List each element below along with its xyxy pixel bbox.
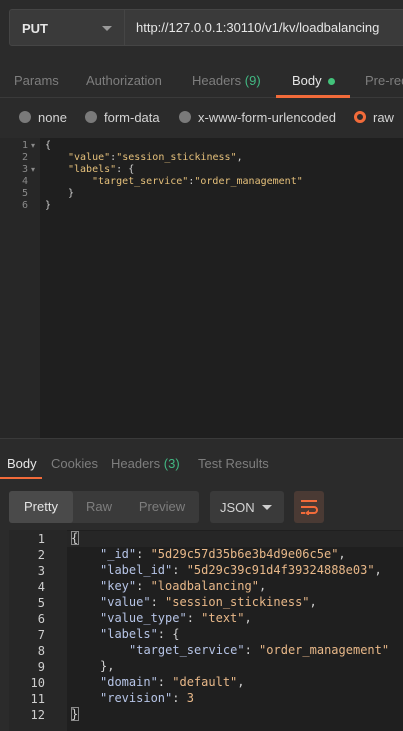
- tab-params[interactable]: Params: [14, 73, 59, 88]
- body-type-options: none form-data x-www-form-urlencoded raw: [0, 98, 403, 138]
- line-number: 5: [21, 188, 28, 199]
- code-line: "labels": {: [68, 164, 135, 175]
- modified-dot-icon: [327, 78, 335, 86]
- radio-raw[interactable]: raw: [354, 110, 394, 125]
- response-body-viewer[interactable]: 1 2 3 4 5 6 7 8 9 10 11 12 { "_id": "5d2…: [9, 530, 403, 731]
- tab-pre-request[interactable]: Pre-req: [365, 73, 403, 88]
- tab-response-headers-label: Headers: [111, 456, 161, 471]
- json-line: },: [100, 659, 115, 673]
- code-line: "value":"session_stickiness",: [68, 152, 243, 163]
- json-line: "revision": 3: [100, 691, 194, 705]
- json-line: "label_id": "5d29c39c91d4f39324888e03",: [100, 563, 382, 577]
- line-number: 3: [37, 564, 45, 578]
- tab-body[interactable]: Body: [292, 73, 335, 88]
- method-label: PUT: [22, 21, 48, 36]
- url-bar: PUT http://127.0.0.1:30110/v1/kv/loadbal…: [0, 0, 403, 54]
- tab-headers-count: (9): [244, 73, 261, 88]
- view-mode-segmented: Pretty Raw Preview: [9, 491, 199, 523]
- format-label: JSON: [220, 500, 255, 515]
- tab-test-results[interactable]: Test Results: [198, 456, 269, 471]
- radio-icon: [179, 111, 191, 123]
- json-line: "domain": "default",: [100, 675, 245, 689]
- json-line: {: [71, 531, 79, 545]
- line-number: 6: [37, 612, 45, 626]
- line-number: 4: [37, 580, 45, 594]
- response-tabs: Body Cookies Headers (3) Test Results: [0, 438, 403, 479]
- radio-form-data[interactable]: form-data: [85, 110, 160, 125]
- line-number: 1: [21, 140, 28, 151]
- tab-response-headers-count: (3): [163, 456, 180, 471]
- tab-response-headers[interactable]: Headers (3): [111, 456, 180, 471]
- radio-none-label: none: [38, 110, 67, 125]
- line-number: 2: [37, 548, 45, 562]
- line-number: 4: [21, 176, 28, 187]
- tab-cookies[interactable]: Cookies: [51, 456, 98, 471]
- line-number: 7: [37, 628, 45, 642]
- line-number: 5: [37, 596, 45, 610]
- line-number: 3: [21, 164, 28, 175]
- code-line: }: [68, 188, 75, 199]
- fold-arrow-icon[interactable]: ▾: [31, 141, 35, 150]
- radio-icon: [85, 111, 97, 123]
- line-number: 9: [37, 660, 45, 674]
- request-tabs: Params Authorization Headers (9) Body Pr…: [0, 62, 403, 98]
- url-input[interactable]: http://127.0.0.1:30110/v1/kv/loadbalanci…: [125, 9, 403, 46]
- response-view-controls: Pretty Raw Preview JSON: [0, 478, 403, 530]
- response-gutter: 1 2 3 4 5 6 7 8 9 10 11 12: [9, 530, 67, 731]
- format-select[interactable]: JSON: [210, 491, 284, 523]
- code-line: "target_service":"order_management": [92, 176, 303, 187]
- chevron-down-icon: [102, 26, 112, 31]
- radio-icon: [19, 111, 31, 123]
- active-line-highlight: [67, 531, 403, 547]
- line-number: 2: [21, 152, 28, 163]
- json-line: "key": "loadbalancing",: [100, 579, 267, 593]
- tab-response-body[interactable]: Body: [7, 456, 37, 471]
- line-number: 11: [30, 692, 45, 706]
- radio-urlencoded[interactable]: x-www-form-urlencoded: [179, 110, 336, 125]
- line-number: 8: [37, 644, 45, 658]
- wrap-lines-button[interactable]: [294, 491, 324, 523]
- line-number: 12: [30, 708, 45, 722]
- json-line: "value_type": "text",: [100, 611, 252, 625]
- request-body-editor[interactable]: 1 2 3 4 5 6 ▾ ▾ { "value":"session_stick…: [0, 138, 403, 438]
- line-number: 10: [30, 676, 45, 690]
- json-line: }: [71, 707, 79, 721]
- url-text: http://127.0.0.1:30110/v1/kv/loadbalanci…: [136, 20, 380, 35]
- code-line: }: [45, 200, 52, 211]
- json-line: "_id": "5d29c57d35b6e3b4d9e06c5e",: [100, 547, 346, 561]
- chevron-down-icon: [262, 505, 272, 510]
- fold-arrow-icon[interactable]: ▾: [31, 165, 35, 174]
- json-line: "target_service": "order_management": [129, 643, 390, 657]
- radio-raw-label: raw: [373, 110, 394, 125]
- view-raw-button[interactable]: Raw: [73, 491, 125, 523]
- view-pretty-button[interactable]: Pretty: [9, 491, 73, 523]
- line-number: 1: [37, 532, 45, 546]
- wrap-lines-icon: [301, 500, 318, 515]
- radio-selected-icon: [354, 111, 366, 123]
- code-line: {: [45, 140, 52, 151]
- radio-urlencoded-label: x-www-form-urlencoded: [198, 110, 336, 125]
- tab-authorization[interactable]: Authorization: [86, 73, 162, 88]
- json-line: "labels": {: [100, 627, 180, 641]
- radio-none[interactable]: none: [19, 110, 67, 125]
- radio-form-data-label: form-data: [104, 110, 160, 125]
- view-preview-button[interactable]: Preview: [125, 491, 199, 523]
- tab-headers-label: Headers: [192, 73, 242, 88]
- line-number: 6: [21, 200, 28, 211]
- json-line: "value": "session_stickiness",: [100, 595, 317, 609]
- method-select[interactable]: PUT: [9, 9, 125, 46]
- tab-headers[interactable]: Headers (9): [192, 73, 261, 88]
- tab-body-label: Body: [292, 73, 322, 88]
- editor-gutter: 1 2 3 4 5 6 ▾ ▾: [0, 138, 40, 438]
